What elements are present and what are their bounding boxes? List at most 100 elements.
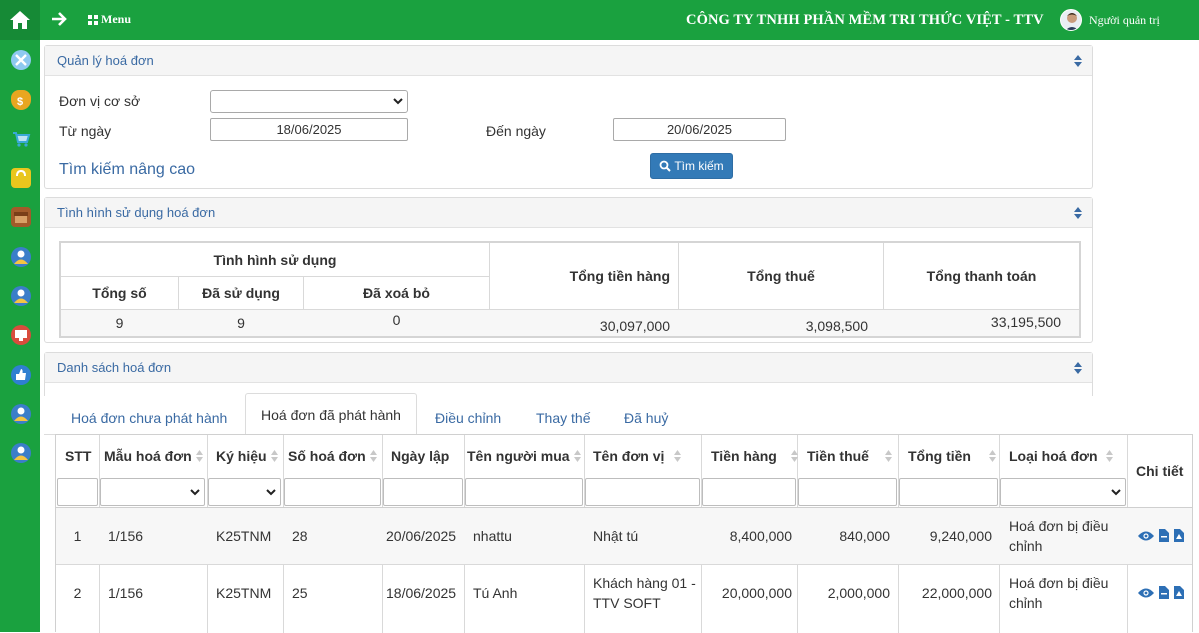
sort-icon bbox=[573, 450, 581, 462]
filter-stt-input[interactable] bbox=[57, 478, 98, 506]
cell-unit: Khách hàng 01 - TTV SOFT bbox=[593, 575, 696, 611]
usage-panel: Tình hình sử dụng hoá đơn Tình hình sử d… bbox=[44, 197, 1093, 343]
tab-unissued[interactable]: Hoá đơn chưa phát hành bbox=[71, 401, 227, 435]
tab-replaced[interactable]: Thay thế bbox=[536, 401, 590, 435]
usage-panel-title: Tình hình sử dụng hoá đơn bbox=[57, 205, 216, 220]
unit-select[interactable] bbox=[210, 90, 408, 113]
user-icon[interactable] bbox=[11, 443, 31, 463]
col-goods[interactable]: Tiền hàng bbox=[711, 435, 798, 477]
col-template[interactable]: Mẫu hoá đơn bbox=[104, 435, 203, 477]
search-panel: Quản lý hoá đơn Đơn vị cơ sở Từ ngày 18/… bbox=[44, 45, 1093, 189]
svg-text:$: $ bbox=[17, 96, 23, 108]
col-symbol[interactable]: Ký hiệu bbox=[216, 435, 278, 477]
cell-type: Hoá đơn bị điều chỉnh bbox=[1009, 575, 1109, 611]
menu-button[interactable]: Menu bbox=[88, 12, 131, 27]
filter-template-select[interactable] bbox=[100, 478, 205, 506]
tab-adjusted[interactable]: Điều chỉnh bbox=[435, 401, 501, 435]
advanced-search-link[interactable]: Tìm kiếm nâng cao bbox=[59, 161, 195, 179]
tab-cancelled[interactable]: Đã huỷ bbox=[624, 401, 668, 435]
col-tax[interactable]: Tiền thuế bbox=[807, 435, 892, 477]
eye-icon[interactable] bbox=[1138, 530, 1154, 542]
user-name: Người quản trị bbox=[1089, 12, 1160, 27]
money-bag-icon[interactable]: $ bbox=[11, 90, 31, 110]
user-menu[interactable]: Người quản trị bbox=[1060, 9, 1160, 31]
filter-total-input[interactable] bbox=[899, 478, 998, 506]
col-goods-header: Tổng tiền hàng bbox=[569, 268, 670, 284]
cell-number: 28 bbox=[292, 528, 308, 544]
thumbs-up-icon[interactable] bbox=[11, 365, 31, 385]
search-button-label: Tìm kiếm bbox=[674, 159, 724, 173]
collapse-toggle-icon[interactable] bbox=[1074, 55, 1082, 67]
filter-type-select[interactable] bbox=[1000, 478, 1126, 506]
to-date-input[interactable]: 20/06/2025 bbox=[613, 118, 786, 141]
sort-icon bbox=[270, 450, 278, 462]
pdf-icon[interactable] bbox=[1174, 586, 1184, 599]
used-value: 9 bbox=[237, 315, 245, 331]
list-panel-title: Danh sách hoá đơn bbox=[57, 360, 172, 375]
total-value: 9 bbox=[115, 315, 124, 331]
search-button[interactable]: Tìm kiếm bbox=[650, 153, 733, 179]
chevron-down-icon bbox=[190, 489, 200, 496]
collapse-toggle-icon[interactable] bbox=[1074, 362, 1082, 374]
file-icon[interactable] bbox=[1159, 586, 1169, 599]
cell-stt: 1 bbox=[73, 528, 82, 544]
col-type[interactable]: Loại hoá đơn bbox=[1009, 435, 1113, 477]
usage-group-header: Tình hình sử dụng bbox=[213, 251, 337, 268]
user-icon[interactable] bbox=[11, 247, 31, 267]
cell-unit: Nhật tú bbox=[593, 528, 639, 544]
search-panel-title: Quản lý hoá đơn bbox=[57, 53, 154, 68]
filter-buyer-input[interactable] bbox=[465, 478, 583, 506]
filter-unit-input[interactable] bbox=[585, 478, 700, 506]
row-actions bbox=[1138, 586, 1184, 599]
tab-issued[interactable]: Hoá đơn đã phát hành bbox=[245, 393, 417, 435]
col-stt[interactable]: STT bbox=[65, 435, 91, 477]
cell-date: 18/06/2025 bbox=[386, 585, 457, 601]
user-icon[interactable] bbox=[11, 286, 31, 306]
deleted-value: 0 bbox=[392, 312, 401, 328]
pdf-icon[interactable] bbox=[1174, 529, 1184, 542]
cart-icon[interactable] bbox=[11, 129, 31, 149]
list-panel-header[interactable]: Danh sách hoá đơn bbox=[45, 353, 1092, 383]
cell-buyer: Tú Anh bbox=[473, 585, 518, 601]
sort-icon bbox=[369, 450, 377, 462]
payment-value: 33,195,500 bbox=[990, 314, 1061, 330]
box-icon[interactable] bbox=[11, 207, 31, 227]
register-icon[interactable] bbox=[11, 325, 31, 345]
col-number[interactable]: Số hoá đơn bbox=[288, 435, 377, 477]
col-payment-header: Tổng thanh toán bbox=[926, 268, 1037, 284]
sort-icon bbox=[884, 450, 892, 462]
col-date[interactable]: Ngày lập bbox=[391, 435, 449, 477]
col-total[interactable]: Tổng tiền bbox=[908, 435, 996, 477]
to-date-label: Đến ngày bbox=[486, 123, 546, 139]
col-unit[interactable]: Tên đơn vị bbox=[593, 435, 682, 477]
cell-template: 1/156 bbox=[108, 528, 144, 544]
filter-symbol-select[interactable] bbox=[208, 478, 281, 506]
collapse-toggle-icon[interactable] bbox=[1074, 207, 1082, 219]
shopping-bag-icon[interactable] bbox=[11, 168, 31, 188]
usage-panel-header[interactable]: Tình hình sử dụng hoá đơn bbox=[45, 198, 1092, 228]
file-icon[interactable] bbox=[1159, 529, 1169, 542]
cell-goods: 20,000,000 bbox=[721, 585, 792, 601]
search-panel-header[interactable]: Quản lý hoá đơn bbox=[45, 46, 1092, 76]
row-actions bbox=[1138, 529, 1184, 542]
usage-summary-table: Tình hình sử dụng Tổng số Đã sử dụng Đã … bbox=[59, 241, 1081, 338]
filter-number-input[interactable] bbox=[284, 478, 381, 506]
tools-icon[interactable] bbox=[11, 50, 31, 70]
chevron-down-icon bbox=[393, 98, 403, 105]
arrow-right-icon[interactable] bbox=[48, 8, 70, 30]
filter-date-input[interactable] bbox=[383, 478, 463, 506]
list-panel: Danh sách hoá đơn bbox=[44, 352, 1093, 396]
eye-icon[interactable] bbox=[1138, 587, 1154, 599]
sort-icon bbox=[1105, 450, 1113, 462]
menu-label: Menu bbox=[101, 12, 131, 26]
home-icon[interactable] bbox=[0, 0, 40, 40]
from-date-input[interactable]: 18/06/2025 bbox=[210, 118, 408, 141]
filter-goods-input[interactable] bbox=[702, 478, 796, 506]
tax-value: 3,098,500 bbox=[805, 318, 868, 334]
sort-icon bbox=[674, 450, 682, 462]
user-icon[interactable] bbox=[11, 404, 31, 424]
col-buyer[interactable]: Tên người mua bbox=[467, 435, 581, 477]
cell-goods: 8,400,000 bbox=[729, 528, 792, 544]
filter-tax-input[interactable] bbox=[798, 478, 897, 506]
cell-symbol: K25TNM bbox=[216, 528, 272, 544]
